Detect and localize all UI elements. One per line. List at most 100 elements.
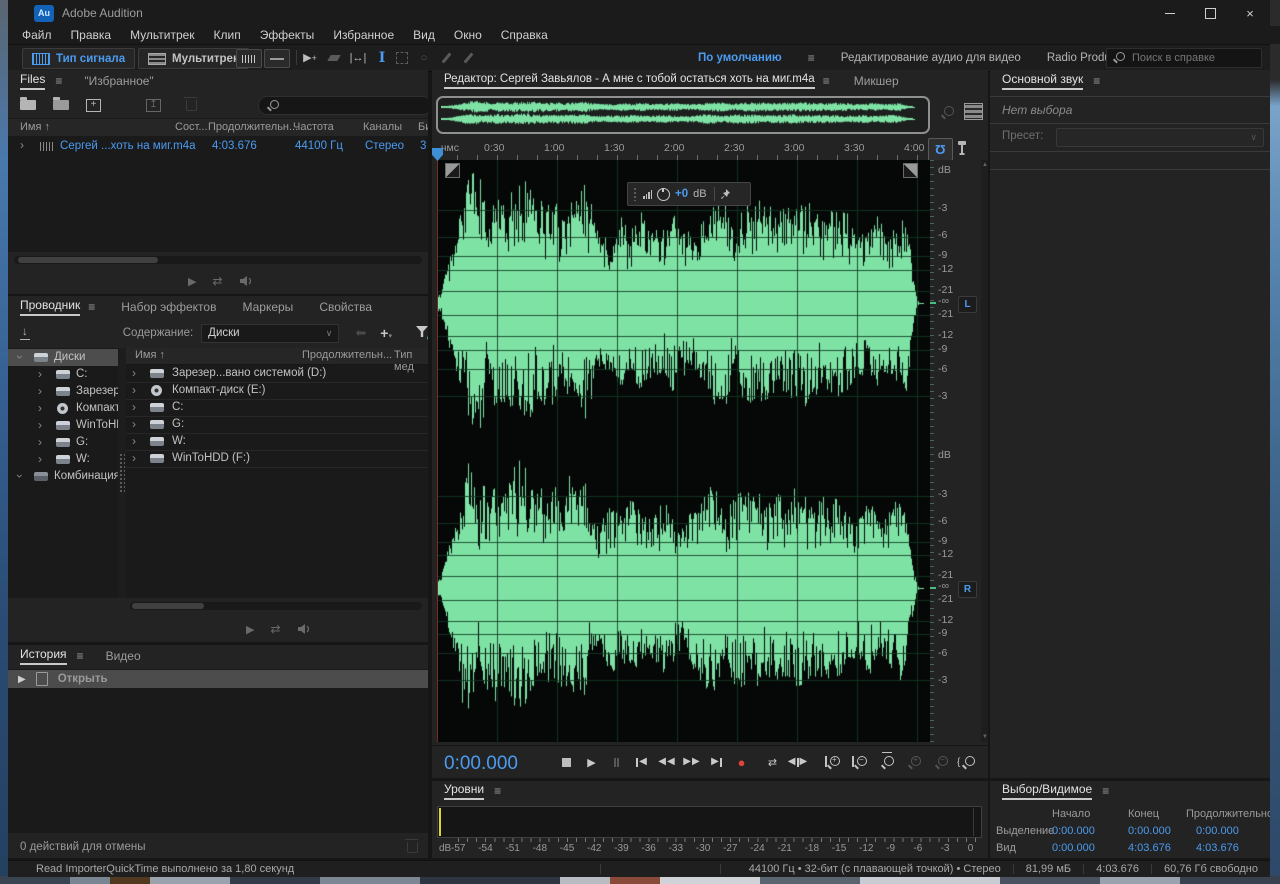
- skip-selection-button[interactable]: ◀▶: [785, 750, 810, 774]
- tab-essential-sound[interactable]: Основной звук: [1002, 72, 1083, 90]
- snap-toggle-button[interactable]: Ω: [928, 138, 953, 161]
- list-item-w[interactable]: ›W:: [126, 433, 428, 451]
- zoom-to-selection-button[interactable]: [878, 754, 897, 771]
- menu-favorites[interactable]: Избранное: [333, 28, 394, 42]
- timeline-ruler[interactable]: чмс0:301:001:302:002:303:003:304:00: [437, 140, 930, 160]
- playhead-line[interactable]: [437, 160, 438, 742]
- explorer-panel-menu-icon[interactable]: ≡: [88, 300, 95, 314]
- explorer-play-icon[interactable]: ▶: [246, 623, 254, 636]
- menu-multitrack[interactable]: Мультитрек: [130, 28, 194, 42]
- move-tool-button[interactable]: ▶+: [300, 49, 320, 66]
- close-button[interactable]: ×: [1230, 0, 1270, 26]
- files-col-state[interactable]: Сост...: [175, 121, 208, 133]
- essential-panel-menu-icon[interactable]: ≡: [1093, 74, 1100, 88]
- import-file-icon[interactable]: [53, 100, 69, 110]
- maximize-button[interactable]: [1190, 0, 1230, 26]
- list-item-e[interactable]: ›Компакт-диск (E:): [126, 382, 428, 400]
- files-play-icon[interactable]: ▶: [188, 275, 196, 288]
- editor-panel-menu-icon[interactable]: ≡: [823, 74, 830, 88]
- tree-list-splitter[interactable]: [118, 348, 126, 598]
- help-search-input[interactable]: [1130, 51, 1255, 65]
- files-hscrollbar[interactable]: [14, 256, 422, 264]
- time-selection-tool-button[interactable]: |↔|: [348, 49, 368, 66]
- marker-pin-icon[interactable]: [956, 140, 968, 161]
- zoom-in-horizontal-button[interactable]: +: [824, 754, 843, 771]
- fade-out-handle[interactable]: [903, 163, 918, 178]
- list-col-duration[interactable]: Продолжительн...: [302, 349, 392, 361]
- right-channel-badge[interactable]: R: [958, 581, 977, 598]
- explorer-loop-icon[interactable]: ⇄: [270, 622, 280, 636]
- history-panel-menu-icon[interactable]: ≡: [77, 649, 84, 663]
- view-duration-value[interactable]: 4:03.676: [1196, 842, 1239, 854]
- list-item-g[interactable]: ›G:: [126, 416, 428, 434]
- volume-hud[interactable]: +0 dB: [627, 182, 751, 206]
- skip-to-start-button[interactable]: ◀: [629, 750, 654, 774]
- loop-playback-button[interactable]: ⇄: [760, 750, 785, 774]
- list-item-f[interactable]: ›WinToHDD (F:): [126, 450, 428, 468]
- new-bin-icon[interactable]: +: [86, 99, 101, 112]
- files-col-rate[interactable]: Частота: [293, 121, 334, 133]
- files-autoplay-speaker-icon[interactable]: [239, 275, 253, 287]
- editor-layout-icon[interactable]: [964, 103, 983, 120]
- ibeam-tool-button[interactable]: I: [372, 49, 392, 66]
- workspace-default[interactable]: По умолчанию: [698, 52, 782, 64]
- filter-funnel-icon[interactable]: [416, 326, 428, 340]
- stop-button[interactable]: [554, 750, 579, 774]
- zoom-in-vertical-button[interactable]: +: [905, 754, 924, 771]
- history-trash-icon[interactable]: [407, 842, 418, 853]
- tab-selection-view[interactable]: Выбор/Видимое: [1002, 782, 1092, 800]
- zoom-out-vertical-button[interactable]: −: [932, 754, 951, 771]
- play-button[interactable]: ▶: [579, 750, 604, 774]
- list-col-name[interactable]: Имя ↑: [135, 349, 165, 361]
- record-button[interactable]: ●: [729, 750, 754, 774]
- tab-explorer[interactable]: Проводник: [20, 298, 80, 316]
- tab-markers[interactable]: Маркеры: [242, 300, 293, 314]
- preset-dropdown[interactable]: ∨: [1056, 128, 1264, 147]
- pause-button[interactable]: [604, 750, 629, 774]
- menu-window[interactable]: Окно: [454, 28, 482, 42]
- menu-edit[interactable]: Правка: [71, 28, 112, 42]
- import-into-files-icon[interactable]: ↓: [20, 326, 30, 340]
- playhead-time-display[interactable]: 0:00.000: [444, 753, 518, 775]
- levels-panel-menu-icon[interactable]: ≡: [494, 784, 501, 798]
- hud-gain-value[interactable]: +0: [675, 188, 688, 200]
- tab-editor[interactable]: Редактор: Сергей Завьялов - А мне с тобо…: [444, 73, 815, 89]
- marquee-tool-button[interactable]: [392, 49, 412, 66]
- tree-expander-icon[interactable]: ›: [16, 355, 24, 359]
- hud-pin-icon[interactable]: [720, 189, 730, 199]
- tree-item-wintohdd[interactable]: ›WinToHDD: [8, 417, 118, 434]
- rewind-button[interactable]: ◀◀: [654, 750, 679, 774]
- tree-item-c[interactable]: ›C:: [8, 366, 118, 383]
- volume-knob-icon[interactable]: [657, 188, 670, 201]
- healing-brush-tool-button[interactable]: [458, 49, 478, 66]
- files-panel-menu-icon[interactable]: ≡: [55, 74, 62, 88]
- files-col-channels[interactable]: Каналы: [363, 121, 402, 133]
- selection-start-value[interactable]: 0:00.000: [1052, 825, 1095, 837]
- file-row[interactable]: › Сергей ...хоть на миг.m4a 4:03.676 441…: [8, 138, 428, 155]
- tree-item-w[interactable]: ›W:: [8, 451, 118, 468]
- fast-forward-button[interactable]: ▶▶: [679, 750, 704, 774]
- save-icon[interactable]: ↥: [146, 99, 161, 112]
- tab-effects-rack[interactable]: Набор эффектов: [121, 300, 216, 314]
- waveform-canvas[interactable]: [437, 160, 930, 742]
- history-item-open[interactable]: ▶ Открыть: [8, 670, 428, 688]
- overview-waveform-canvas[interactable]: [441, 99, 921, 127]
- razor-tool-button[interactable]: [324, 49, 344, 66]
- files-col-duration[interactable]: Продолжительн...: [208, 121, 298, 133]
- files-search-input[interactable]: [258, 96, 428, 115]
- workspace-menu-icon[interactable]: ≡: [808, 51, 815, 65]
- list-item-c[interactable]: ›C:: [126, 399, 428, 417]
- minimize-button[interactable]: [1150, 0, 1190, 26]
- tab-files[interactable]: Files: [20, 72, 45, 90]
- spectral-view-button[interactable]: [264, 49, 290, 68]
- left-channel-badge[interactable]: L: [958, 296, 977, 313]
- waveform-mode-button[interactable]: Тип сигнала: [22, 48, 135, 69]
- list-item-d[interactable]: ›Зарезер...вано системой (D:): [126, 365, 428, 383]
- selection-end-value[interactable]: 0:00.000: [1128, 825, 1171, 837]
- tree-item-drives[interactable]: › Диски: [8, 349, 118, 366]
- tree-item-combination[interactable]: ›Комбинация: [8, 468, 118, 485]
- tab-video[interactable]: Видео: [106, 649, 141, 663]
- overview-zoom-frame[interactable]: [436, 96, 930, 134]
- explorer-hscrollbar[interactable]: [130, 602, 422, 610]
- editor-vscrollbar[interactable]: ▲ ▼: [981, 160, 988, 742]
